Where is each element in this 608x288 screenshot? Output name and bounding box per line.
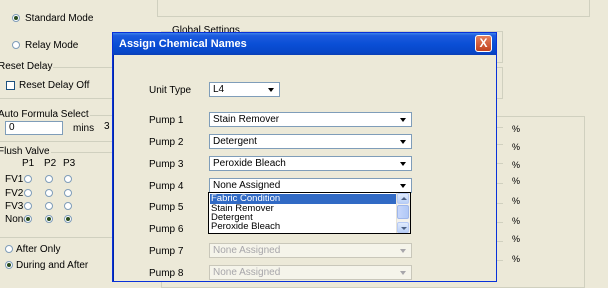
none-p3-radio[interactable] [64,215,72,223]
pump-5-label: Pump 5 [149,202,184,213]
fv3-p2-radio[interactable] [45,202,53,210]
chevron-down-icon[interactable] [265,84,278,95]
chevron-down-icon[interactable] [397,136,410,147]
reset-delay-off-checkbox[interactable] [6,81,15,90]
unit-type-select[interactable]: L4 [209,82,280,97]
pump-4-value: None Assigned [213,180,281,191]
pump-1-select[interactable]: Stain Remover [209,112,412,127]
none-p1-radio[interactable] [24,215,32,223]
row-line-1 [497,127,503,128]
during-and-after-label: During and After [16,260,89,271]
after-only-radio[interactable] [5,245,13,253]
pump-2-select[interactable]: Detergent [209,134,412,149]
row-line-6 [497,222,503,223]
fv2-p2-radio[interactable] [45,189,53,197]
pump-3-label: Pump 3 [149,159,184,170]
percent-label-1: % [512,124,521,134]
flush-row-fv3: FV3 [5,201,24,212]
scrollbar-thumb[interactable] [397,205,409,219]
percent-label-6: % [512,216,521,226]
pump-4-dropdown-list: Fabric Condition Stain Remover Detergent… [208,192,411,234]
fv1-p1-radio[interactable] [24,175,32,183]
dropdown-scrollbar[interactable] [396,193,410,233]
standard-mode-label: Standard Mode [25,13,94,24]
percent-label-2: % [512,142,521,152]
flush-col-p2: P2 [44,158,57,169]
close-icon: X [479,36,488,50]
relay-mode-radio[interactable] [12,41,20,49]
chevron-down-icon[interactable] [397,114,410,125]
pump-7-value: None Assigned [213,245,281,256]
row-line-3 [497,163,503,164]
reset-delay-label: Reset Delay [0,61,54,72]
fv3-p3-radio[interactable] [64,202,72,210]
fv2-p3-radio[interactable] [64,189,72,197]
none-p2-radio[interactable] [45,215,53,223]
reset-delay-off-label: Reset Delay Off [19,80,90,91]
chevron-down-icon[interactable] [397,180,410,191]
pump-6-label: Pump 6 [149,224,184,235]
pump-1-label: Pump 1 [149,115,184,126]
auto-formula-label: Auto Formula Select [0,109,90,120]
flush-row-fv2: FV2 [5,188,24,199]
flush-col-p3: P3 [63,158,76,169]
row-line-2 [497,144,503,145]
standard-mode-radio[interactable] [12,14,20,22]
fv1-p3-radio[interactable] [64,175,72,183]
row-line-7 [497,241,503,242]
row-line-5 [497,203,503,204]
pump-8-value: None Assigned [213,267,281,278]
pump-3-value: Peroxide Bleach [213,158,286,169]
percent-label-8: % [512,254,521,264]
assign-chemical-names-dialog: Assign Chemical Names X Unit Type L4 Pum… [112,32,497,282]
right-panel-frame [157,0,590,17]
pump-1-value: Stain Remover [213,114,280,125]
fv2-p1-radio[interactable] [24,189,32,197]
dialog-title-bar[interactable]: Assign Chemical Names X [113,33,496,55]
percent-label-3: % [512,160,521,170]
pump-4-select[interactable]: None Assigned [209,178,412,193]
flush-valve-label: Flush Valve [0,146,51,157]
unit-type-label: Unit Type [149,85,192,96]
close-button[interactable]: X [475,35,492,52]
percent-label-7: % [512,234,521,244]
chevron-down-icon [397,245,410,256]
pump-2-value: Detergent [213,136,257,147]
auto-formula-unit-label: mins [73,123,95,134]
pump-4-label: Pump 4 [149,181,184,192]
flush-row-fv1: FV1 [5,174,24,185]
pump-3-select[interactable]: Peroxide Bleach [209,156,412,171]
dialog-title: Assign Chemical Names [119,38,247,50]
row-line-4 [497,183,503,184]
auto-formula-input[interactable]: 0 [5,121,63,135]
pump-2-label: Pump 2 [149,137,184,148]
scroll-up-arrow-icon[interactable] [397,193,409,204]
fv1-p2-radio[interactable] [45,175,53,183]
chevron-down-icon[interactable] [397,158,410,169]
pump-7-select: None Assigned [209,243,412,258]
pump-8-label: Pump 8 [149,268,184,279]
after-only-label: After Only [16,244,61,255]
scroll-down-arrow-icon[interactable] [397,222,409,233]
relay-mode-label: Relay Mode [25,40,79,51]
flush-col-p1: P1 [22,158,35,169]
dialog-client-area: Unit Type L4 Pump 1 Stain Remover Pump 2… [116,55,493,280]
pump-7-label: Pump 7 [149,246,184,257]
row-line-8 [497,260,503,261]
dropdown-option[interactable]: Peroxide Bleach [210,222,396,232]
during-and-after-radio[interactable] [5,261,13,269]
unit-type-value: L4 [213,84,225,95]
percent-label-4: % [512,176,521,186]
fv3-p1-radio[interactable] [24,202,32,210]
percent-label-5: % [512,196,521,206]
